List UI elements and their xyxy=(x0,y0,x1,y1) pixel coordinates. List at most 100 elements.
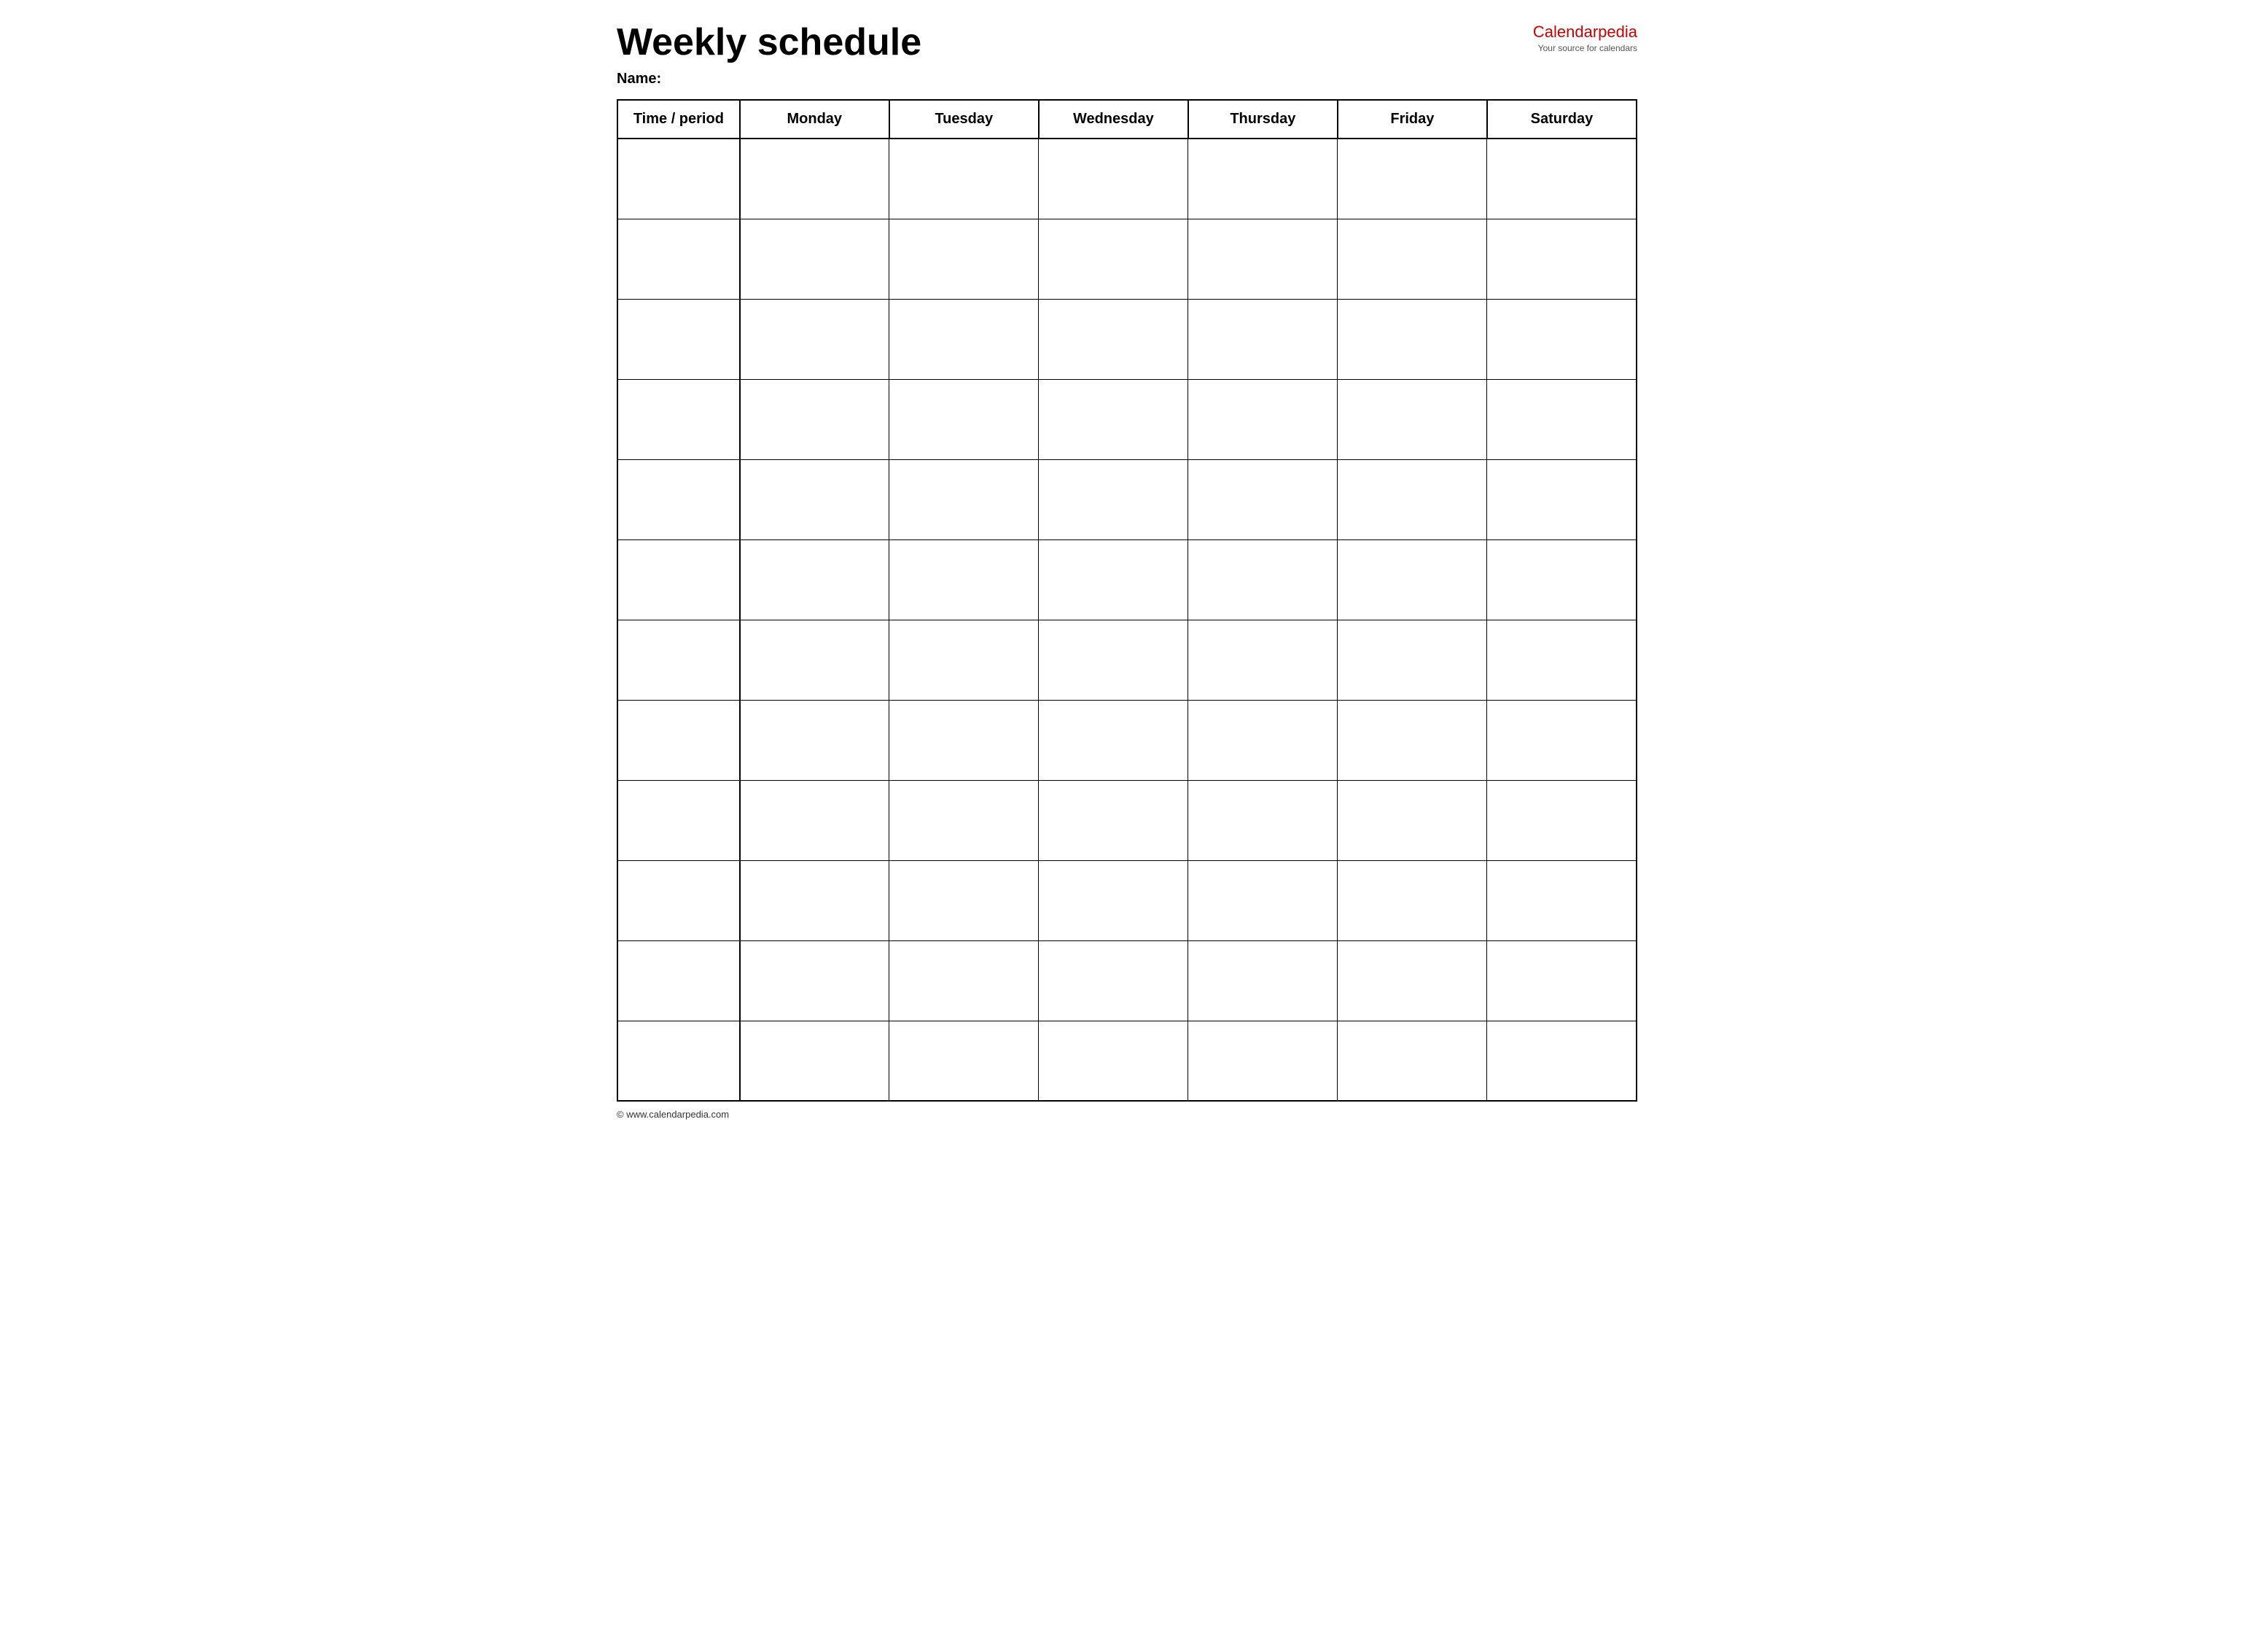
schedule-cell[interactable] xyxy=(889,860,1039,940)
schedule-cell[interactable] xyxy=(1338,379,1487,459)
table-row xyxy=(617,940,1637,1021)
schedule-cell[interactable] xyxy=(1338,620,1487,700)
schedule-cell[interactable] xyxy=(1039,700,1188,780)
time-cell[interactable] xyxy=(617,1021,740,1101)
time-cell[interactable] xyxy=(617,940,740,1021)
time-cell[interactable] xyxy=(617,299,740,379)
schedule-cell[interactable] xyxy=(740,940,889,1021)
col-header-wednesday: Wednesday xyxy=(1039,100,1188,139)
table-row xyxy=(617,539,1637,620)
table-row xyxy=(617,780,1637,860)
schedule-cell[interactable] xyxy=(1487,299,1637,379)
time-cell[interactable] xyxy=(617,459,740,539)
schedule-cell[interactable] xyxy=(1188,459,1338,539)
schedule-cell[interactable] xyxy=(1487,139,1637,219)
schedule-cell[interactable] xyxy=(1039,1021,1188,1101)
table-row xyxy=(617,459,1637,539)
schedule-cell[interactable] xyxy=(1039,219,1188,299)
schedule-cell[interactable] xyxy=(1338,780,1487,860)
schedule-cell[interactable] xyxy=(1338,700,1487,780)
schedule-cell[interactable] xyxy=(889,379,1039,459)
schedule-cell[interactable] xyxy=(889,700,1039,780)
schedule-cell[interactable] xyxy=(1487,459,1637,539)
schedule-cell[interactable] xyxy=(1487,539,1637,620)
schedule-cell[interactable] xyxy=(1487,780,1637,860)
schedule-cell[interactable] xyxy=(1188,139,1338,219)
schedule-cell[interactable] xyxy=(740,620,889,700)
time-cell[interactable] xyxy=(617,780,740,860)
schedule-cell[interactable] xyxy=(889,620,1039,700)
schedule-cell[interactable] xyxy=(889,1021,1039,1101)
schedule-cell[interactable] xyxy=(740,379,889,459)
schedule-cell[interactable] xyxy=(1039,940,1188,1021)
logo-tagline: Your source for calendars xyxy=(1533,43,1637,55)
schedule-table: Time / period Monday Tuesday Wednesday T… xyxy=(617,99,1637,1102)
schedule-cell[interactable] xyxy=(740,459,889,539)
schedule-cell[interactable] xyxy=(1487,620,1637,700)
time-cell[interactable] xyxy=(617,700,740,780)
schedule-cell[interactable] xyxy=(1039,539,1188,620)
table-row xyxy=(617,299,1637,379)
schedule-cell[interactable] xyxy=(1487,379,1637,459)
schedule-cell[interactable] xyxy=(1487,860,1637,940)
schedule-cell[interactable] xyxy=(740,1021,889,1101)
schedule-cell[interactable] xyxy=(740,780,889,860)
logo-area: Calendarpedia Your source for calendars xyxy=(1533,22,1637,54)
schedule-cell[interactable] xyxy=(1487,940,1637,1021)
time-cell[interactable] xyxy=(617,860,740,940)
schedule-cell[interactable] xyxy=(1188,780,1338,860)
schedule-cell[interactable] xyxy=(1188,620,1338,700)
time-cell[interactable] xyxy=(617,219,740,299)
col-header-monday: Monday xyxy=(740,100,889,139)
schedule-cell[interactable] xyxy=(1188,940,1338,1021)
name-label: Name: xyxy=(617,71,1637,87)
schedule-cell[interactable] xyxy=(1188,219,1338,299)
schedule-cell[interactable] xyxy=(889,299,1039,379)
schedule-cell[interactable] xyxy=(1188,860,1338,940)
schedule-cell[interactable] xyxy=(1188,1021,1338,1101)
schedule-cell[interactable] xyxy=(889,780,1039,860)
schedule-cell[interactable] xyxy=(1039,379,1188,459)
schedule-cell[interactable] xyxy=(889,940,1039,1021)
schedule-cell[interactable] xyxy=(1487,219,1637,299)
table-row xyxy=(617,700,1637,780)
schedule-cell[interactable] xyxy=(1338,299,1487,379)
time-cell[interactable] xyxy=(617,620,740,700)
schedule-cell[interactable] xyxy=(740,139,889,219)
schedule-cell[interactable] xyxy=(1338,219,1487,299)
schedule-cell[interactable] xyxy=(1039,139,1188,219)
schedule-cell[interactable] xyxy=(1039,459,1188,539)
schedule-cell[interactable] xyxy=(1039,620,1188,700)
schedule-cell[interactable] xyxy=(889,219,1039,299)
schedule-cell[interactable] xyxy=(1338,1021,1487,1101)
schedule-cell[interactable] xyxy=(1338,860,1487,940)
schedule-cell[interactable] xyxy=(1039,299,1188,379)
schedule-cell[interactable] xyxy=(1487,1021,1637,1101)
time-cell[interactable] xyxy=(617,539,740,620)
time-cell[interactable] xyxy=(617,379,740,459)
schedule-cell[interactable] xyxy=(740,700,889,780)
schedule-cell[interactable] xyxy=(889,459,1039,539)
schedule-cell[interactable] xyxy=(1338,459,1487,539)
schedule-cell[interactable] xyxy=(740,860,889,940)
schedule-cell[interactable] xyxy=(1188,379,1338,459)
schedule-cell[interactable] xyxy=(1338,940,1487,1021)
schedule-cell[interactable] xyxy=(1188,299,1338,379)
schedule-cell[interactable] xyxy=(889,139,1039,219)
col-header-time: Time / period xyxy=(617,100,740,139)
schedule-cell[interactable] xyxy=(889,539,1039,620)
schedule-cell[interactable] xyxy=(1039,780,1188,860)
table-row xyxy=(617,620,1637,700)
schedule-cell[interactable] xyxy=(1188,700,1338,780)
table-row xyxy=(617,1021,1637,1101)
schedule-cell[interactable] xyxy=(1487,700,1637,780)
time-cell[interactable] xyxy=(617,139,740,219)
schedule-cell[interactable] xyxy=(1338,139,1487,219)
schedule-cell[interactable] xyxy=(740,219,889,299)
schedule-cell[interactable] xyxy=(1188,539,1338,620)
schedule-cell[interactable] xyxy=(1338,539,1487,620)
schedule-cell[interactable] xyxy=(1039,860,1188,940)
table-row xyxy=(617,139,1637,219)
schedule-cell[interactable] xyxy=(740,299,889,379)
schedule-cell[interactable] xyxy=(740,539,889,620)
